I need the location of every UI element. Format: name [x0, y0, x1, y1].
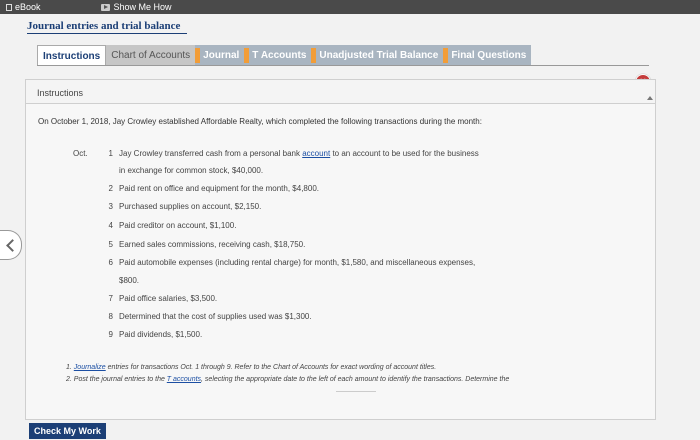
check-my-work-button[interactable]: Check My Work	[29, 423, 106, 439]
chevron-left-icon	[5, 238, 19, 252]
transaction-text: Paid rent on office and equipment for th…	[119, 184, 319, 193]
instructions-panel: Instructions On October 1, 2018, Jay Cro…	[25, 79, 656, 420]
transaction-month: Oct.	[73, 149, 88, 158]
tab-divider	[37, 65, 649, 66]
task-notes: 1. Journalize entries for transactions O…	[66, 362, 509, 386]
transaction-text: Jay Crowley transferred cash from a pers…	[119, 149, 479, 158]
transaction-day: 2	[108, 184, 113, 193]
note-1: 1. Journalize entries for transactions O…	[66, 364, 437, 371]
tab-label: Journal	[203, 50, 240, 61]
transaction-day: 6	[108, 258, 113, 267]
intro-text: On October 1, 2018, Jay Crowley establis…	[38, 117, 482, 126]
transaction-day: 5	[108, 240, 113, 249]
panel-heading: Instructions	[37, 88, 84, 98]
title-underline	[27, 33, 187, 34]
tab-instructions[interactable]: Instructions	[37, 45, 107, 66]
tab-label: Chart of Accounts	[111, 50, 191, 61]
tab-label: Instructions	[43, 50, 101, 62]
transaction-text: Earned sales commissions, receiving cash…	[119, 240, 306, 249]
tab-journal[interactable]: Journal	[195, 45, 245, 66]
transaction-text: Paid dividends, $1,500.	[119, 330, 203, 339]
transaction-day: 3	[108, 202, 113, 211]
tab-unadjusted-trial-balance[interactable]: Unadjusted Trial Balance	[311, 45, 444, 66]
warning-marker-icon	[443, 48, 449, 63]
transaction-day: 7	[108, 294, 113, 303]
transaction-text: Paid automobile expenses (including rent…	[119, 258, 476, 267]
page-title: Journal entries and trial balance	[27, 20, 181, 32]
tab-label: Unadjusted Trial Balance	[319, 50, 439, 61]
ebook-label: eBook	[15, 2, 41, 12]
transaction-day: 8	[108, 312, 113, 321]
t-accounts-link[interactable]: T accounts	[167, 376, 201, 383]
warning-marker-icon	[195, 48, 201, 63]
ebook-link[interactable]: eBook	[6, 2, 41, 12]
transaction-text: Determined that the cost of supplies use…	[119, 312, 312, 321]
previous-page-button[interactable]	[0, 230, 22, 260]
panel-header: Instructions	[26, 80, 655, 104]
warning-marker-icon	[244, 48, 250, 63]
transaction-day: 4	[108, 221, 113, 230]
tab-label: T Accounts	[252, 50, 307, 61]
scroll-up-icon[interactable]	[647, 96, 653, 100]
transaction-day: 9	[108, 330, 113, 339]
tab-bar: Instructions Chart of Accounts Journal T…	[37, 45, 532, 66]
video-icon	[100, 3, 110, 11]
warning-marker-icon	[311, 48, 317, 63]
transaction-text: Paid office salaries, $3,500.	[119, 294, 218, 303]
transaction-day: 1	[108, 149, 113, 158]
transaction-text: Paid creditor on account, $1,100.	[119, 221, 237, 230]
transaction-text: $800.	[119, 276, 140, 285]
tab-t-accounts[interactable]: T Accounts	[244, 45, 312, 66]
account-link[interactable]: account	[302, 149, 330, 158]
transaction-text: Purchased supplies on account, $2,150.	[119, 202, 262, 211]
show-me-how-link[interactable]: Show Me How	[100, 2, 172, 12]
show-me-how-label: Show Me How	[113, 2, 172, 12]
tab-label: Final Questions	[451, 50, 527, 61]
transaction-text: in exchange for common stock, $40,000.	[119, 166, 264, 175]
tab-final-questions[interactable]: Final Questions	[443, 45, 532, 66]
top-toolbar: eBook Show Me How	[0, 0, 700, 14]
tab-chart-of-accounts[interactable]: Chart of Accounts	[106, 45, 196, 66]
book-icon	[6, 3, 12, 11]
note-2: 2. Post the journal entries to the T acc…	[66, 376, 510, 383]
scroll-resize-handle[interactable]	[336, 391, 376, 392]
journalize-link[interactable]: Journalize	[74, 364, 106, 371]
